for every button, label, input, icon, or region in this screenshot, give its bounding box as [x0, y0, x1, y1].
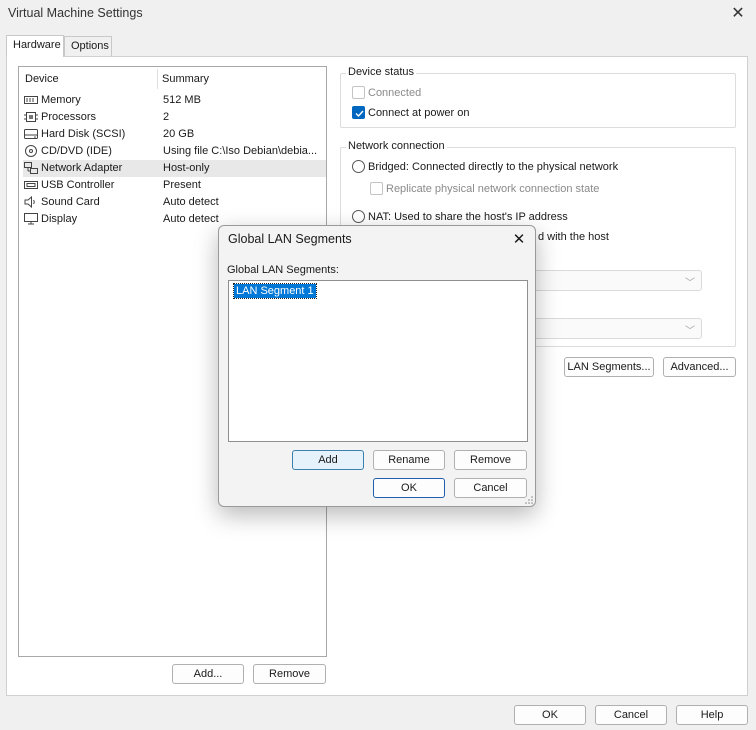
device-name: Sound Card: [41, 196, 100, 208]
add-device-button[interactable]: Add...: [172, 664, 244, 684]
host-only-label-partial: d with the host: [538, 231, 609, 243]
window-title: Virtual Machine Settings: [8, 6, 143, 20]
network-adapter-icon: [24, 162, 38, 174]
device-name: Display: [41, 213, 78, 225]
nat-label: NAT: Used to share the host's IP address: [368, 211, 568, 223]
rename-segment-button[interactable]: Rename: [373, 450, 445, 470]
device-summary: Using file C:\Iso Debian\debia...: [163, 145, 318, 157]
device-row-sound-card[interactable]: Sound Card Auto detect: [23, 194, 326, 211]
display-icon: [24, 213, 38, 225]
device-row-memory[interactable]: Memory 512 MB: [23, 92, 326, 109]
ok-button[interactable]: OK: [514, 705, 586, 725]
tab-hardware[interactable]: Hardware: [6, 35, 64, 57]
device-row-network-adapter[interactable]: Network Adapter Host-only: [23, 160, 326, 177]
device-name: Network Adapter: [41, 162, 123, 174]
device-name: Memory: [41, 94, 81, 106]
dialog-title: Global LAN Segments: [228, 232, 352, 246]
checkmark-icon: [355, 110, 364, 118]
replicate-state-label: Replicate physical network connection st…: [386, 183, 600, 195]
column-header-summary[interactable]: Summary: [162, 73, 209, 85]
device-row-usb-controller[interactable]: USB Controller Present: [23, 177, 326, 194]
device-name: USB Controller: [41, 179, 115, 191]
device-summary: 512 MB: [163, 94, 201, 106]
cancel-button[interactable]: Cancel: [595, 705, 667, 725]
list-item[interactable]: LAN Segment 1: [233, 283, 317, 299]
device-summary: Auto detect: [163, 213, 219, 225]
device-row-processors[interactable]: Processors 2: [23, 109, 326, 126]
device-name: Processors: [41, 111, 97, 123]
connected-checkbox[interactable]: [352, 86, 365, 99]
device-list-header: Device Summary: [19, 67, 326, 91]
chevron-down-icon: ﹀: [685, 278, 695, 289]
device-summary: 2: [163, 111, 170, 123]
replicate-state-checkbox[interactable]: [370, 182, 383, 195]
hard-disk-icon: [24, 129, 38, 139]
usb-icon: [24, 181, 38, 189]
device-summary: Host-only: [163, 162, 210, 174]
dialog-close-icon[interactable]: ✕: [509, 229, 529, 249]
bridged-radio[interactable]: [352, 160, 365, 173]
remove-segment-button[interactable]: Remove: [454, 450, 527, 470]
connect-at-power-on-checkbox[interactable]: [352, 106, 365, 119]
resize-grip-icon[interactable]: [525, 496, 533, 504]
device-row-hard-disk[interactable]: Hard Disk (SCSI) 20 GB: [23, 126, 326, 143]
device-row-cd-dvd[interactable]: CD/DVD (IDE) Using file C:\Iso Debian\de…: [23, 143, 326, 160]
custom-network-dropdown[interactable]: ﹀: [520, 270, 702, 291]
device-summary: 20 GB: [163, 128, 195, 140]
cd-dvd-icon: [25, 145, 37, 157]
help-button[interactable]: Help: [676, 705, 748, 725]
device-name: Hard Disk (SCSI): [41, 128, 126, 140]
column-header-device[interactable]: Device: [25, 73, 59, 85]
memory-icon: [24, 96, 38, 104]
lan-segments-list[interactable]: LAN Segment 1: [228, 280, 528, 442]
device-status-group: [340, 73, 736, 128]
processor-icon: [24, 112, 38, 122]
window-close-icon[interactable]: ✕: [728, 3, 748, 23]
lan-segments-list-label: Global LAN Segments:: [227, 264, 339, 276]
lan-segment-dropdown[interactable]: ﹀: [520, 318, 702, 339]
advanced-button[interactable]: Advanced...: [663, 357, 736, 377]
column-divider[interactable]: [157, 69, 158, 89]
remove-device-button[interactable]: Remove: [253, 664, 326, 684]
device-name: CD/DVD (IDE): [41, 145, 112, 157]
connect-at-power-on-label: Connect at power on: [368, 107, 470, 119]
dialog-ok-button[interactable]: OK: [373, 478, 445, 498]
bridged-label: Bridged: Connected directly to the physi…: [368, 161, 619, 173]
nat-radio[interactable]: [352, 210, 365, 223]
device-status-title: Device status: [346, 66, 417, 78]
sound-card-icon: [24, 196, 35, 208]
device-summary: Present: [163, 179, 201, 191]
lan-segments-button[interactable]: LAN Segments...: [564, 357, 654, 377]
dialog-cancel-button[interactable]: Cancel: [454, 478, 527, 498]
add-segment-button[interactable]: Add: [292, 450, 364, 470]
chevron-down-icon: ﹀: [685, 326, 695, 337]
connected-label: Connected: [368, 87, 422, 99]
network-connection-title: Network connection: [346, 140, 447, 152]
device-summary: Auto detect: [163, 196, 219, 208]
global-lan-segments-dialog: Global LAN Segments ✕ Global LAN Segment…: [218, 225, 536, 507]
tab-options[interactable]: Options: [64, 36, 112, 57]
